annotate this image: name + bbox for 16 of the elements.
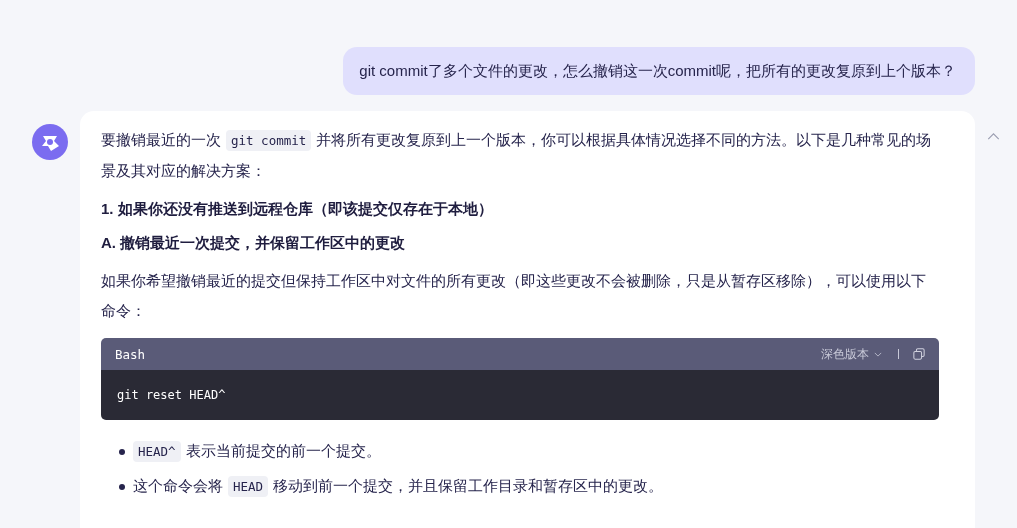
chevron-up-icon[interactable] [987,133,1000,140]
avatar-icon [32,124,68,160]
paragraph: 如果你希望撤销最近的提交但保持工作区中对文件的所有更改（即这些更改不会被删除，只是从暂存区移除），可以使用以下命令： [101,271,927,321]
list-item-text: 这个命令会将 HEAD 移动到前一个提交，并且保留工作目录和暂存区中的更改。 [133,469,664,504]
user-message: git commit了多个文件的更改，怎么撤销这一次commit呢，把所有的更改复原到上个版本？ [343,47,975,95]
bullet-icon [119,448,125,455]
section-heading: 1. 如果你还没有推送到远程仓库（即该提交仅存在于本地） [101,199,494,219]
section-heading: A. 撤销最近一次提交，并保留工作区中的更改 [101,233,407,253]
code-line: git reset HEAD^ [117,388,226,402]
paragraph: 要撤销最近的一次 git commit 并将所有更改复原到上一个版本，你可以根据具体情况选择不同的方法。以下是几种常见的场景及其对应的解决方案： [101,129,933,181]
language-label: Bash [115,346,146,362]
theme-dropdown[interactable]: 深色版本 [821,345,869,363]
caret-icon[interactable] [874,351,882,357]
list-item-text: HEAD^ 表示当前提交的前一个提交。 [133,434,381,469]
copy-icon[interactable] [913,348,925,360]
bullet-icon [119,483,125,490]
